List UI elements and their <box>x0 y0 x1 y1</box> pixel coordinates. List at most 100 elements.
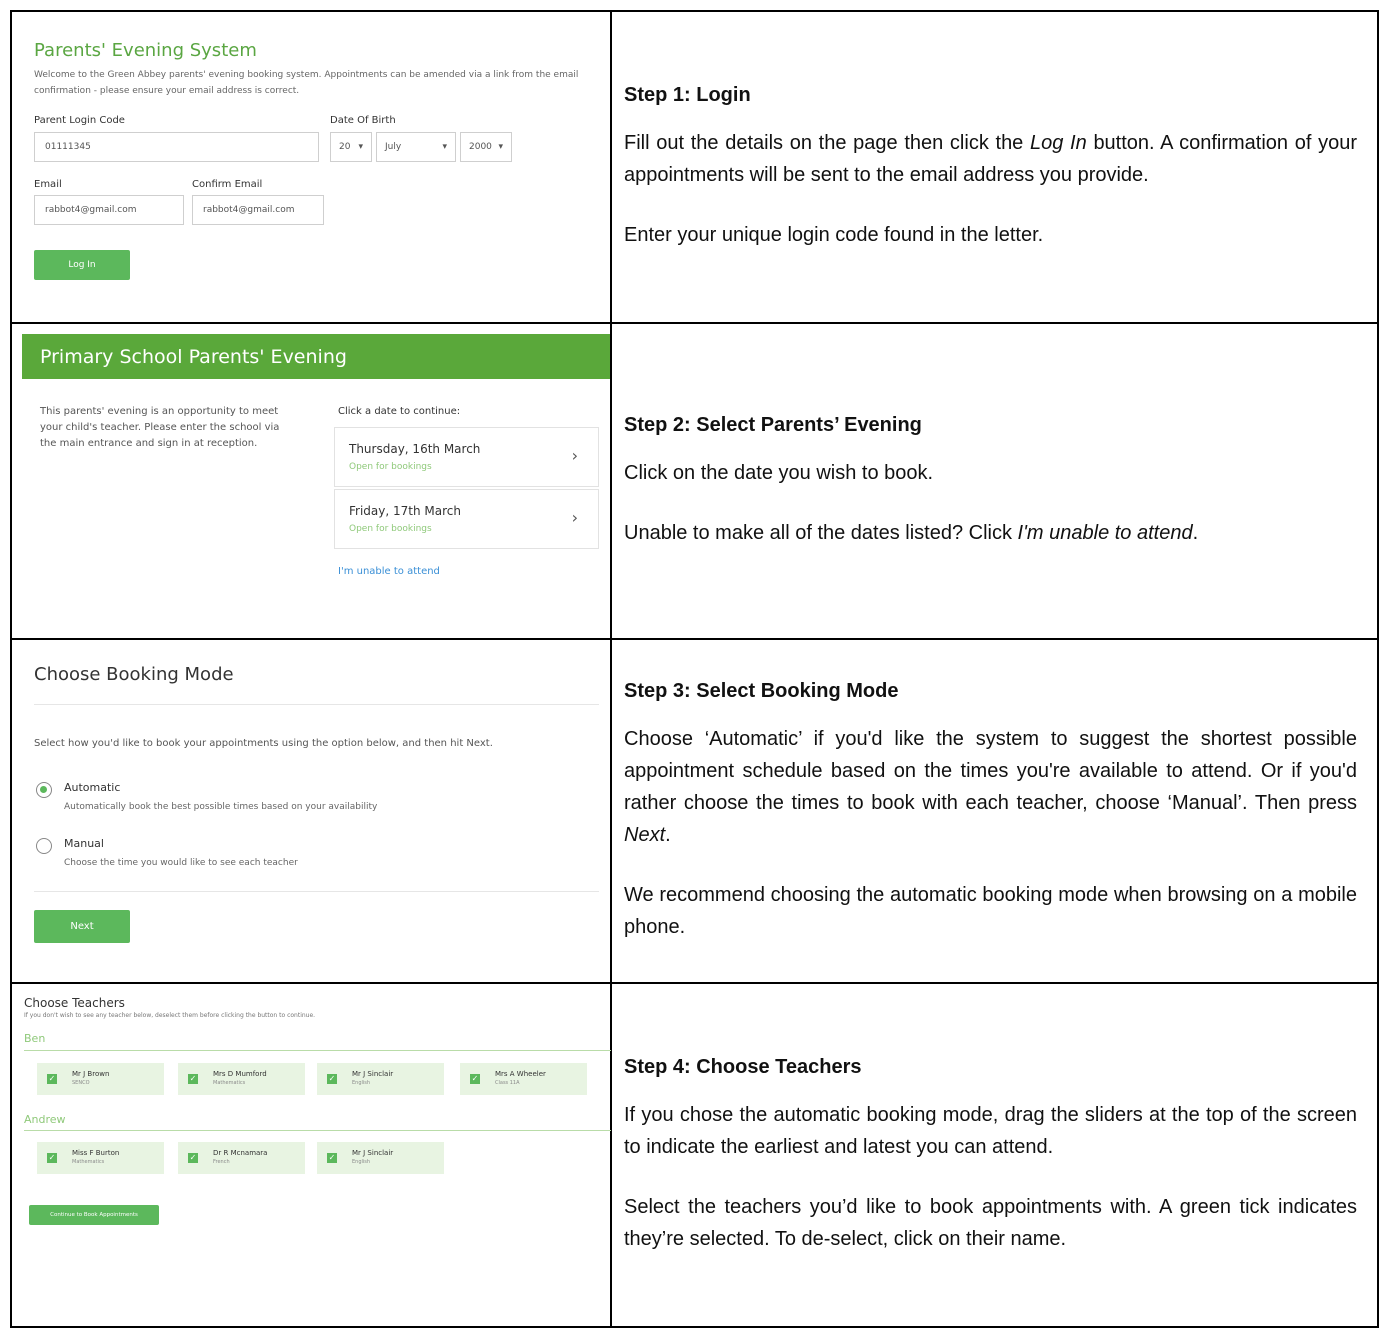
step-3-text: Choose ‘Automatic’ if you'd like the sys… <box>624 727 1357 846</box>
choose-teachers-subtitle: If you don't wish to see any teacher bel… <box>24 1012 316 1019</box>
teacher-name: Mrs D Mumford <box>213 1070 267 1078</box>
teacher-subject: English <box>352 1159 371 1165</box>
step-2-note: Unable to make all of the dates listed? … <box>624 521 1199 544</box>
evening-intro: This parents' evening is an opportunity … <box>40 406 280 449</box>
teacher-subject: French <box>213 1159 230 1165</box>
teacher-card[interactable]: ✓ Mrs D Mumford Mathematics <box>178 1063 305 1095</box>
step-2-screenshot: Primary School Parents' Evening This par… <box>10 322 612 640</box>
step-4-note: Select the teachers you’d like to book a… <box>624 1195 1357 1250</box>
chevron-down-icon: ▾ <box>498 142 503 152</box>
next-button[interactable]: Next <box>34 910 130 943</box>
step-2-heading: Step 2: Select Parents’ Evening <box>624 413 922 436</box>
child-divider <box>24 1050 611 1051</box>
step-3-instructions: Step 3: Select Booking Mode Choose ‘Auto… <box>610 638 1379 984</box>
system-title: Parents' Evening System <box>34 40 257 61</box>
teacher-name: Mr J Sinclair <box>352 1149 394 1157</box>
step-1-instructions: Step 1: Login Fill out the details on th… <box>610 10 1379 324</box>
step-4-row: Choose Teachers If you don't wish to see… <box>10 982 1379 1328</box>
manual-description: Choose the time you would like to see ea… <box>64 858 298 868</box>
teacher-card[interactable]: ✓ Mr J Sinclair English <box>317 1142 444 1174</box>
booking-mode-title: Choose Booking Mode <box>34 664 234 685</box>
teacher-card[interactable]: ✓ Dr R Mcnamara French <box>178 1142 305 1174</box>
chevron-right-icon: › <box>571 446 578 465</box>
step-3-row: Choose Booking Mode Select how you'd lik… <box>10 638 1379 984</box>
teacher-subject: Mathematics <box>72 1159 105 1165</box>
check-icon: ✓ <box>188 1153 198 1163</box>
check-icon: ✓ <box>470 1074 480 1084</box>
check-icon: ✓ <box>327 1153 337 1163</box>
date-card-friday[interactable]: Friday, 17th March Open for bookings › <box>334 489 599 549</box>
log-in-button[interactable]: Log In <box>34 250 130 280</box>
manual-radio[interactable] <box>36 838 52 854</box>
dob-label: Date Of Birth <box>330 115 396 126</box>
step-4-screenshot: Choose Teachers If you don't wish to see… <box>10 982 612 1328</box>
teacher-subject: Class 11A <box>495 1080 520 1086</box>
step-1-row: Parents' Evening System Welcome to the G… <box>10 10 1379 324</box>
automatic-description: Automatically book the best possible tim… <box>64 802 378 812</box>
booking-status: Open for bookings <box>349 524 432 534</box>
login-code-input[interactable]: 01111345 <box>34 132 319 162</box>
unable-to-attend-link[interactable]: I'm unable to attend <box>338 566 440 577</box>
divider <box>34 704 599 705</box>
step-1-heading: Step 1: Login <box>624 83 751 106</box>
email-input[interactable]: rabbot4@gmail.com <box>34 195 184 225</box>
step-1-text: Fill out the details on the page then cl… <box>624 131 1358 186</box>
choose-teachers-title: Choose Teachers <box>24 996 125 1010</box>
parents-evening-banner: Primary School Parents' Evening <box>22 334 610 379</box>
teacher-subject: Mathematics <box>213 1080 246 1086</box>
step-3-heading: Step 3: Select Booking Mode <box>624 679 899 702</box>
chevron-right-icon: › <box>571 508 578 527</box>
click-date-label: Click a date to continue: <box>338 406 461 417</box>
booking-status: Open for bookings <box>349 462 432 472</box>
continue-to-book-button[interactable]: Continue to Book Appointments <box>29 1205 159 1225</box>
confirm-email-label: Confirm Email <box>192 179 263 190</box>
check-icon: ✓ <box>327 1074 337 1084</box>
step-1-screenshot: Parents' Evening System Welcome to the G… <box>10 10 612 324</box>
check-icon: ✓ <box>47 1153 57 1163</box>
step-3-note: We recommend choosing the automatic book… <box>624 883 1357 938</box>
guide-table: Parents' Evening System Welcome to the G… <box>10 10 1379 1328</box>
check-icon: ✓ <box>47 1074 57 1084</box>
automatic-radio[interactable] <box>36 782 52 798</box>
teacher-subject: English <box>352 1080 371 1086</box>
teacher-name: Miss F Burton <box>72 1149 120 1157</box>
step-2-row: Primary School Parents' Evening This par… <box>10 322 1379 640</box>
login-code-label: Parent Login Code <box>34 115 125 126</box>
teacher-name: Mr J Sinclair <box>352 1070 394 1078</box>
teacher-card[interactable]: ✓ Mr J Sinclair English <box>317 1063 444 1095</box>
automatic-label[interactable]: Automatic <box>64 781 120 794</box>
teacher-name: Mrs A Wheeler <box>495 1070 546 1078</box>
divider <box>34 891 599 892</box>
step-3-screenshot: Choose Booking Mode Select how you'd lik… <box>10 638 612 984</box>
radio-selected-dot <box>40 786 47 793</box>
step-4-text: If you chose the automatic booking mode,… <box>624 1103 1357 1158</box>
child-name: Andrew <box>24 1113 66 1126</box>
check-icon: ✓ <box>188 1074 198 1084</box>
teacher-card[interactable]: ✓ Mr J Brown SENCO <box>37 1063 164 1095</box>
dob-month-select[interactable]: July ▾ <box>376 132 456 162</box>
date-label: Thursday, 16th March <box>349 442 481 456</box>
child-name: Ben <box>24 1032 46 1045</box>
teacher-card[interactable]: ✓ Mrs A Wheeler Class 11A <box>460 1063 587 1095</box>
date-card-thursday[interactable]: Thursday, 16th March Open for bookings › <box>334 427 599 487</box>
booking-mode-intro: Select how you'd like to book your appoi… <box>34 738 493 749</box>
date-label: Friday, 17th March <box>349 504 461 518</box>
child-divider <box>24 1130 611 1131</box>
confirm-email-input[interactable]: rabbot4@gmail.com <box>192 195 324 225</box>
dob-day-select[interactable]: 20 ▾ <box>330 132 372 162</box>
step-2-text: Click on the date you wish to book. <box>624 461 934 484</box>
step-1-note: Enter your unique login code found in th… <box>624 223 1044 246</box>
step-4-heading: Step 4: Choose Teachers <box>624 1055 862 1078</box>
dob-year-select[interactable]: 2000 ▾ <box>460 132 512 162</box>
chevron-down-icon: ▾ <box>358 142 363 152</box>
email-label: Email <box>34 179 62 190</box>
step-4-instructions: Step 4: Choose Teachers If you chose the… <box>610 982 1379 1328</box>
teacher-card[interactable]: ✓ Miss F Burton Mathematics <box>37 1142 164 1174</box>
step-2-instructions: Step 2: Select Parents’ Evening Click on… <box>610 322 1379 640</box>
teacher-name: Dr R Mcnamara <box>213 1149 268 1157</box>
teacher-subject: SENCO <box>72 1080 90 1086</box>
teacher-name: Mr J Brown <box>72 1070 110 1078</box>
system-intro: Welcome to the Green Abbey parents' even… <box>34 70 579 96</box>
manual-label[interactable]: Manual <box>64 837 104 850</box>
chevron-down-icon: ▾ <box>442 142 447 152</box>
